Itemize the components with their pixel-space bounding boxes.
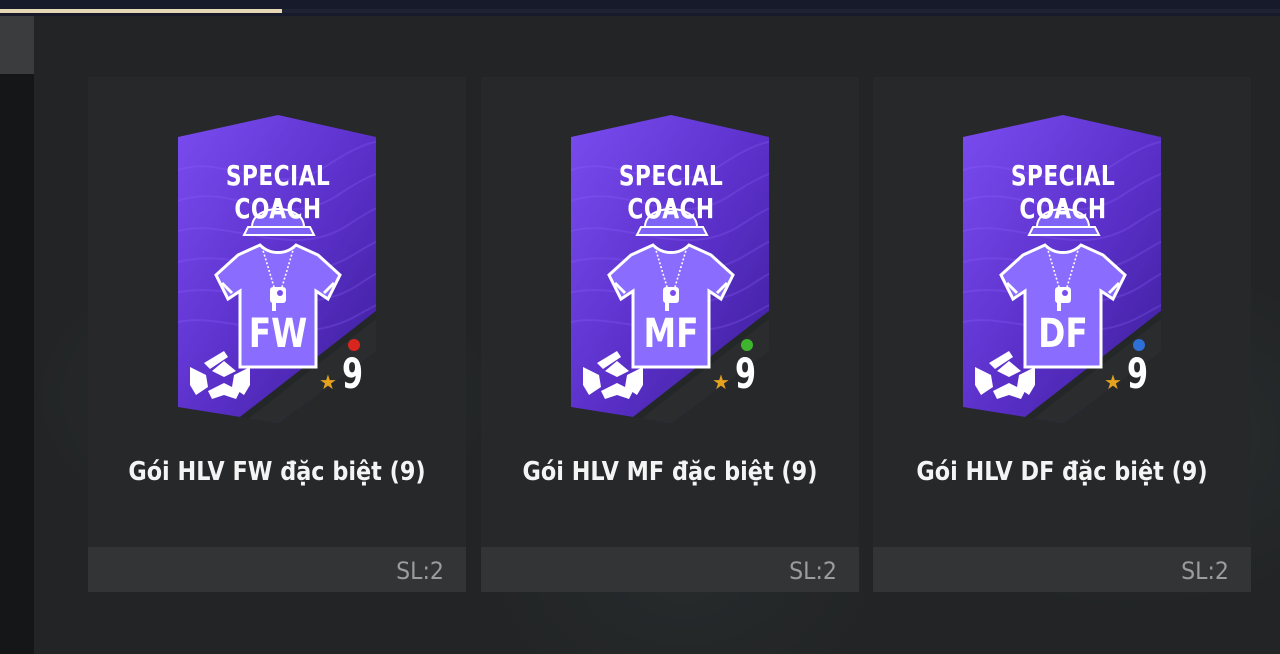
card-footer: SL:2 xyxy=(873,547,1251,592)
coach-pack-image: SPECIAL COACH FW ★ 9 xyxy=(178,115,378,425)
side-tab[interactable] xyxy=(0,16,34,74)
card-footer: SL:2 xyxy=(481,547,859,592)
side-strip xyxy=(0,74,34,654)
pack-title: Gói HLV MF đặc biệt (9) xyxy=(522,457,818,487)
pack-brand-label: SPECIAL COACH xyxy=(618,159,724,225)
quantity-label: SL:2 xyxy=(1181,557,1229,585)
pack-title: Gói HLV DF đặc biệt (9) xyxy=(916,457,1208,487)
grade-label: 9 xyxy=(1127,349,1149,398)
pack-title: Gói HLV FW đặc biệt (9) xyxy=(128,457,426,487)
star-icon: ★ xyxy=(712,372,730,394)
pack-card-mf[interactable]: SPECIAL COACH MF ★ 9 Gói HLV MF đặc biệt… xyxy=(481,77,859,592)
coach-pack-image: SPECIAL COACH MF ★ 9 xyxy=(571,115,771,425)
card-footer: SL:2 xyxy=(88,547,466,592)
position-label: FW xyxy=(248,311,308,357)
pack-brand-label: SPECIAL COACH xyxy=(1010,159,1116,225)
top-bar xyxy=(0,0,1280,16)
coach-pack-image: SPECIAL COACH DF ★ 9 xyxy=(963,115,1163,425)
pack-card-df[interactable]: SPECIAL COACH DF ★ 9 Gói HLV DF đặc biệt… xyxy=(873,77,1251,592)
grade-label: 9 xyxy=(735,349,757,398)
grade-label: 9 xyxy=(342,349,364,398)
progress-bar xyxy=(0,9,1280,13)
star-icon: ★ xyxy=(319,372,337,394)
progress-bar-fill xyxy=(0,9,282,13)
position-label: MF xyxy=(643,311,699,357)
quantity-label: SL:2 xyxy=(396,557,444,585)
pack-card-fw[interactable]: SPECIAL COACH FW ★ 9 Gói HLV FW đặc biệt… xyxy=(88,77,466,592)
star-icon: ★ xyxy=(1104,372,1122,394)
pack-brand-label: SPECIAL COACH xyxy=(225,159,331,225)
quantity-label: SL:2 xyxy=(789,557,837,585)
position-label: DF xyxy=(1038,311,1088,357)
